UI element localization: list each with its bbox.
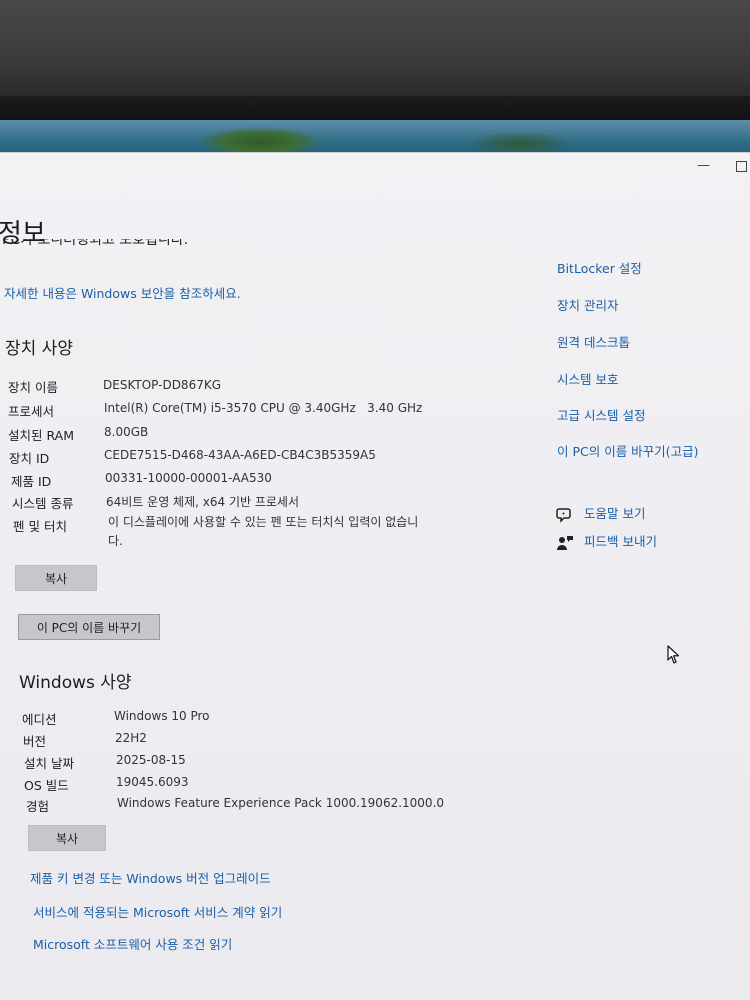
feedback-icon xyxy=(556,535,574,551)
help-chat-icon xyxy=(556,507,574,523)
spec-value-install-date: 2025-08-15 xyxy=(116,753,186,767)
spec-label-edition: 에디션 xyxy=(22,712,57,727)
system-protection-link[interactable]: 시스템 보호 xyxy=(557,369,618,388)
spec-value-device-id: CEDE7515-D468-43AA-A6ED-CB4C3B5359A5 xyxy=(104,448,376,462)
device-manager-link[interactable]: 장치 관리자 xyxy=(557,295,618,314)
spec-label-install-date: 설치 날짜 xyxy=(24,756,74,771)
remote-desktop-link[interactable]: 원격 데스크톱 xyxy=(557,332,630,351)
spec-value-pen-touch: 이 디스플레이에 사용할 수 있는 펜 또는 터치식 입력이 없습니다. xyxy=(108,515,419,548)
get-help-label: 도움말 보기 xyxy=(584,506,646,521)
monitor-bezel xyxy=(0,96,750,122)
spec-value-ram: 8.00GB xyxy=(104,425,149,439)
maximize-icon[interactable] xyxy=(736,161,747,172)
get-help-link[interactable]: 도움말 보기 xyxy=(556,503,645,523)
spec-value-os-build: 19045.6093 xyxy=(116,775,189,789)
spec-value-experience: Windows Feature Experience Pack 1000.190… xyxy=(117,796,445,810)
protection-status-text: PC가 모니터링되고 보호됩니다. xyxy=(2,239,189,248)
device-specs-title: 장치 사양 xyxy=(5,339,73,359)
spec-label-system-type: 시스템 종류 xyxy=(12,496,74,511)
spec-value-product-id: 00331-10000-00001-AA530 xyxy=(105,471,272,485)
spec-label-experience: 경험 xyxy=(26,799,50,814)
copy-windows-specs-button[interactable]: 복사 xyxy=(28,825,106,851)
windows-specs-title: Windows 사양 xyxy=(19,673,132,693)
spec-label-pen-touch: 펜 및 터치 xyxy=(13,519,67,534)
advanced-system-settings-link[interactable]: 고급 시스템 설정 xyxy=(557,405,645,424)
spec-value-processor: Intel(R) Core(TM) i5-3570 CPU @ 3.40GHz … xyxy=(104,401,423,415)
send-feedback-label: 피드백 보내기 xyxy=(584,534,657,549)
bitlocker-settings-link[interactable]: BitLocker 설정 xyxy=(557,258,642,277)
settings-window: — 정보 PC가 모니터링되고 보호됩니다. 자세한 내용은 Windows 보… xyxy=(0,153,750,1000)
spec-value-device-name: DESKTOP-DD867KG xyxy=(103,378,222,392)
windows-security-link[interactable]: 자세한 내용은 Windows 보안을 참조하세요. xyxy=(4,283,241,302)
background-wall xyxy=(0,0,750,105)
rename-pc-advanced-link[interactable]: 이 PC의 이름 바꾸기(고급) xyxy=(557,441,698,460)
spec-label-device-id: 장치 ID xyxy=(9,451,50,466)
spec-label-ram: 설치된 RAM xyxy=(8,428,74,443)
mouse-pointer-icon xyxy=(667,645,681,669)
minimize-icon[interactable]: — xyxy=(697,159,710,173)
copy-device-specs-button[interactable]: 복사 xyxy=(15,565,97,591)
spec-value-system-type: 64비트 운영 체제, x64 기반 프로세서 xyxy=(106,495,300,509)
rename-pc-button[interactable]: 이 PC의 이름 바꾸기 xyxy=(18,614,160,640)
spec-label-product-id: 제품 ID xyxy=(11,474,52,489)
spec-value-edition: Windows 10 Pro xyxy=(114,709,210,723)
spec-label-os-build: OS 빌드 xyxy=(24,778,69,793)
service-agreement-link[interactable]: 서비스에 적용되는 Microsoft 서비스 계약 읽기 xyxy=(33,902,282,921)
spec-label-processor: 프로세서 xyxy=(8,404,55,419)
spec-value-version: 22H2 xyxy=(115,731,147,745)
spec-label-device-name: 장치 이름 xyxy=(8,380,58,395)
license-terms-link[interactable]: Microsoft 소프트웨어 사용 조건 읽기 xyxy=(33,934,232,953)
send-feedback-link[interactable]: 피드백 보내기 xyxy=(556,531,657,551)
change-product-key-link[interactable]: 제품 키 변경 또는 Windows 버전 업그레이드 xyxy=(30,868,271,887)
spec-label-version: 버전 xyxy=(23,734,47,749)
